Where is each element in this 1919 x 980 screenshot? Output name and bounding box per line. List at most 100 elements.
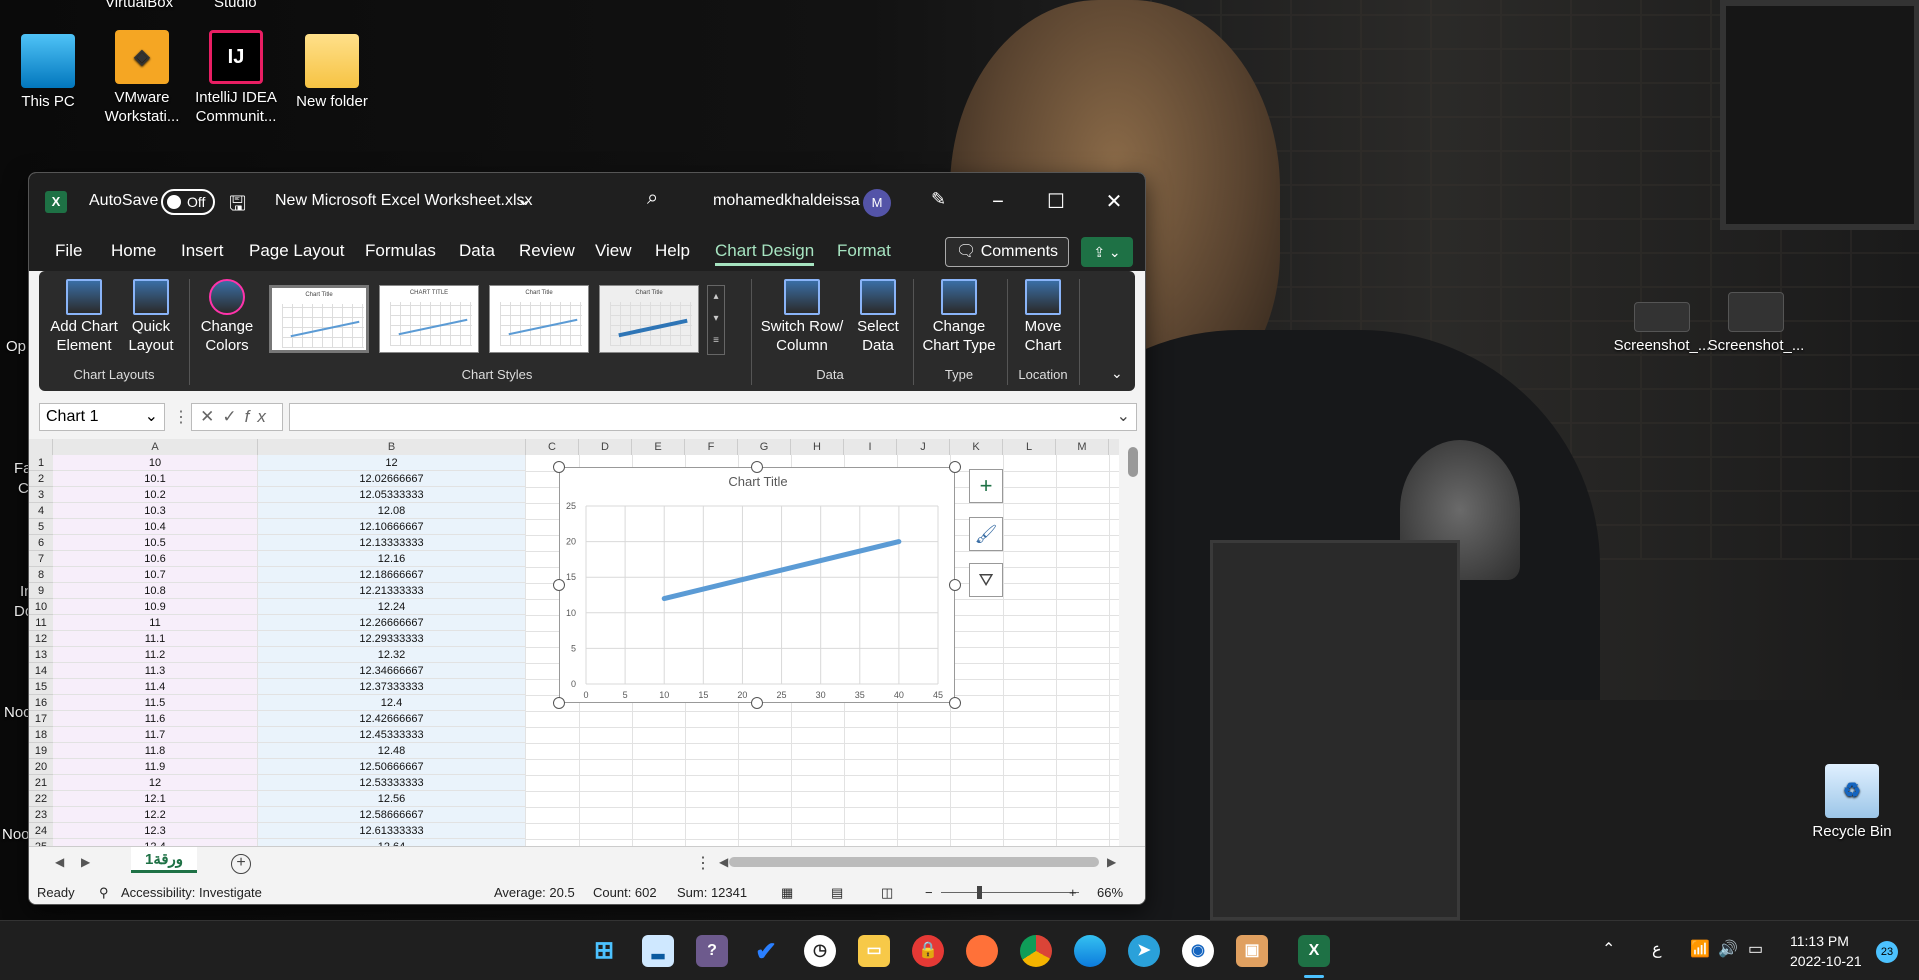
lock-app-icon[interactable]: 🔒 [912,935,944,967]
cell-b[interactable]: 12.21333333 [258,583,526,599]
row-header[interactable]: 23 [29,807,53,823]
tab-formulas[interactable]: Formulas [365,241,436,261]
column-header[interactable]: G [738,439,791,455]
accessibility-icon[interactable]: ⚲ [99,885,109,901]
cell-b[interactable]: 12.61333333 [258,823,526,839]
user-name[interactable]: mohamedkhaldeissa [713,192,860,210]
app-icon[interactable]: ◉ [1182,935,1214,967]
row-header[interactable]: 2 [29,471,53,487]
tab-review[interactable]: Review [519,241,575,261]
chrome-icon[interactable] [1020,935,1052,967]
row-header[interactable]: 21 [29,775,53,791]
firefox-icon[interactable] [966,935,998,967]
page-layout-view-icon[interactable]: ▤ [831,885,843,901]
column-header[interactable]: L [1003,439,1056,455]
name-box[interactable]: Chart 1 ⌄ [39,403,165,431]
ribbon-collapse-icon[interactable]: ⌄ [1111,365,1123,382]
cell-b[interactable]: 12.18666667 [258,567,526,583]
column-header[interactable]: N [1109,439,1119,455]
cell-a[interactable]: 10.2 [53,487,258,503]
tab-home[interactable]: Home [111,241,156,261]
cell-a[interactable]: 11.5 [53,695,258,711]
row-header[interactable]: 12 [29,631,53,647]
tab-format[interactable]: Format [837,241,891,261]
cell-a[interactable]: 11 [53,615,258,631]
add-chart-element-button[interactable]: Add Chart Element [49,279,119,355]
tab-chart-design[interactable]: Chart Design [715,241,815,266]
cell-b[interactable]: 12.10666667 [258,519,526,535]
chart-style-4[interactable]: Chart Title [599,285,699,353]
cell-a[interactable]: 10.1 [53,471,258,487]
cell-b[interactable]: 12.56 [258,791,526,807]
tab-page-layout[interactable]: Page Layout [249,241,344,261]
excel-icon[interactable]: X [1298,935,1330,967]
cell-a[interactable]: 10.8 [53,583,258,599]
maximize-button[interactable]: ☐ [1041,187,1071,217]
comments-button[interactable]: 🗨 Comments [945,237,1069,267]
column-header[interactable]: J [897,439,950,455]
select-all-corner[interactable] [29,439,53,455]
column-header[interactable]: H [791,439,844,455]
chart-elements-button[interactable]: + [969,469,1003,503]
resize-handle-br[interactable] [949,697,961,709]
row-header[interactable]: 18 [29,727,53,743]
normal-view-icon[interactable]: ▦ [781,885,793,901]
zoom-out-icon[interactable]: − [925,885,933,900]
cell-b[interactable]: 12.32 [258,647,526,663]
row-header[interactable]: 16 [29,695,53,711]
tab-insert[interactable]: Insert [181,241,224,261]
desktop-icon-this-pc[interactable]: This PC [0,34,96,111]
confirm-icon[interactable]: ✓ [222,407,244,426]
cell-b[interactable]: 12.50666667 [258,759,526,775]
cell-b[interactable]: 12.48 [258,743,526,759]
save-icon[interactable]: 🖫 [229,189,246,223]
chart-object[interactable]: Chart Title 0 5 10 15 20 25 30 35 40 45 0 5 10 15 20 25 [559,467,955,703]
minimize-button[interactable]: − [983,187,1013,217]
desktop-icon-vmware[interactable]: ◈ VMware Workstati... [94,30,190,126]
desktop-icon-intellij[interactable]: IJ IntelliJ IDEA Communit... [188,30,284,126]
zoom-slider[interactable] [941,892,1079,893]
task-manager-icon[interactable]: ▂ [642,935,674,967]
pen-icon[interactable]: ✎ [931,189,946,210]
spreadsheet-grid[interactable]: ABCDEFGHIJKLMN 11012210.112.02666667310.… [29,439,1119,846]
cell-b[interactable]: 12.37333333 [258,679,526,695]
desktop-icon-screenshot-1[interactable]: Screenshot_... [1612,302,1712,355]
file-title[interactable]: New Microsoft Excel Worksheet.xlsx [275,192,533,210]
cell-b[interactable]: 12.4 [258,695,526,711]
more-options-icon[interactable]: ⋮ [695,853,711,873]
formula-input[interactable]: ⌄ [289,403,1137,431]
cell-a[interactable]: 11.1 [53,631,258,647]
resize-handle-ml[interactable] [553,579,565,591]
row-header[interactable]: 6 [29,535,53,551]
row-header[interactable]: 22 [29,791,53,807]
change-chart-type-button[interactable]: Change Chart Type [919,279,999,355]
vertical-scrollbar[interactable] [1123,439,1143,846]
cell-a[interactable]: 12.4 [53,839,258,846]
row-header[interactable]: 5 [29,519,53,535]
row-header[interactable]: 10 [29,599,53,615]
cell-a[interactable]: 10.3 [53,503,258,519]
cell-b[interactable]: 12.13333333 [258,535,526,551]
notification-badge[interactable]: 23 [1876,941,1898,963]
input-language[interactable]: ع [1652,939,1662,959]
row-header[interactable]: 19 [29,743,53,759]
resize-handle-mr[interactable] [949,579,961,591]
zoom-in-icon[interactable]: + [1069,885,1077,900]
move-chart-button[interactable]: Move Chart [1013,279,1073,355]
add-sheet-button[interactable]: + [231,854,251,874]
tab-view[interactable]: View [595,241,632,261]
telegram-icon[interactable]: ➤ [1128,935,1160,967]
cell-b[interactable]: 12.29333333 [258,631,526,647]
chart-filter-button[interactable]: ⛛ [969,563,1003,597]
cell-b[interactable]: 12.02666667 [258,471,526,487]
row-header[interactable]: 11 [29,615,53,631]
resize-handle-bl[interactable] [553,697,565,709]
cancel-icon[interactable]: ✕ [200,407,222,426]
column-header[interactable]: D [579,439,632,455]
share-button[interactable]: ⇪ ⌄ [1081,237,1133,267]
todo-icon[interactable]: ✔ [750,935,782,967]
row-header[interactable]: 8 [29,567,53,583]
scroll-thumb[interactable] [1128,447,1138,477]
accessibility-status[interactable]: Accessibility: Investigate [121,885,262,900]
chevron-down-icon[interactable]: ⌄ [517,190,530,210]
